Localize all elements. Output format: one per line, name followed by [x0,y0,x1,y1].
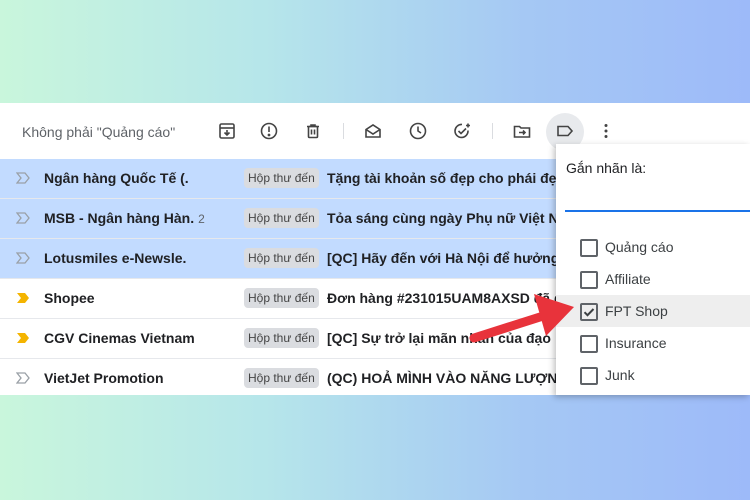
checkbox[interactable] [580,367,598,385]
email-subject: Tặng tài khoản số đẹp cho phái đẹ [327,170,557,186]
importance-marker-icon[interactable] [16,252,30,264]
email-subject: Tỏa sáng cùng ngày Phụ nữ Việt N [327,210,559,226]
label-popup-title: Gắn nhãn là: [566,160,647,176]
label-option-quang-cao[interactable]: Quảng cáo [556,231,750,263]
toolbar-divider [492,123,493,139]
importance-marker-icon[interactable] [16,172,30,184]
label-option-text: Insurance [605,335,667,351]
inbox-label-chip: Hộp thư đến [244,368,319,388]
label-option-text: FPT Shop [605,303,668,319]
email-sender: MSB - Ngân hàng Hàn. 2 [44,210,205,226]
archive-icon[interactable] [215,119,239,143]
delete-icon[interactable] [301,119,325,143]
more-icon[interactable] [594,119,618,143]
label-option-text: Junk [605,367,635,383]
email-sender: CGV Cinemas Vietnam [44,330,195,346]
checkbox[interactable] [580,271,598,289]
inbox-label-chip: Hộp thư đến [244,248,319,268]
label-option-text: Quảng cáo [605,239,674,255]
label-option-affiliate[interactable]: Affiliate [556,263,750,295]
inbox-label-chip: Hộp thư đến [244,208,319,228]
checkbox[interactable] [580,335,598,353]
importance-marker-icon[interactable] [16,332,30,344]
label-option-text: Affiliate [605,271,651,287]
move-to-icon[interactable] [510,119,534,143]
snooze-icon[interactable] [406,119,430,143]
inbox-label-chip: Hộp thư đến [244,288,319,308]
label-icon[interactable] [553,119,577,143]
email-sender: Shopee [44,290,95,306]
email-subject: Đơn hàng #231015UAM8AXSD đã g [327,290,563,306]
importance-marker-icon[interactable] [16,212,30,224]
label-option-junk[interactable]: Junk [556,359,750,391]
toolbar-divider [343,123,344,139]
report-spam-icon[interactable] [257,119,281,143]
checkbox[interactable] [580,239,598,257]
checkmark-icon [583,308,595,317]
thread-count: 2 [198,212,205,226]
label-search-input[interactable] [565,184,750,212]
mark-read-icon[interactable] [361,119,385,143]
email-subject: (QC) HOẢ MÌNH VÀO NĂNG LƯỢN [327,370,558,386]
label-option-insurance[interactable]: Insurance [556,327,750,359]
label-option-fpt-shop[interactable]: FPT Shop [556,295,750,327]
email-subject: [QC] Hãy đến với Hà Nội để hưởng [327,250,560,266]
inbox-label-chip: Hộp thư đến [244,168,319,188]
importance-marker-icon[interactable] [16,292,30,304]
email-subject: [QC] Sự trở lại mãn nhãn của đạo [327,330,551,346]
add-task-icon[interactable] [450,119,474,143]
email-sender: VietJet Promotion [44,370,164,386]
label-as-popup: Gắn nhãn là: Quảng cáo Affiliate FPT Sho… [556,144,750,395]
email-sender: Ngân hàng Quốc Tế (. [44,170,189,186]
inbox-label-chip: Hộp thư đến [244,328,319,348]
email-sender: Lotusmiles e-Newsle. [44,250,187,266]
not-ads-button[interactable]: Không phải "Quảng cáo" [22,124,175,140]
importance-marker-icon[interactable] [16,372,30,384]
checkbox-checked[interactable] [580,303,598,321]
